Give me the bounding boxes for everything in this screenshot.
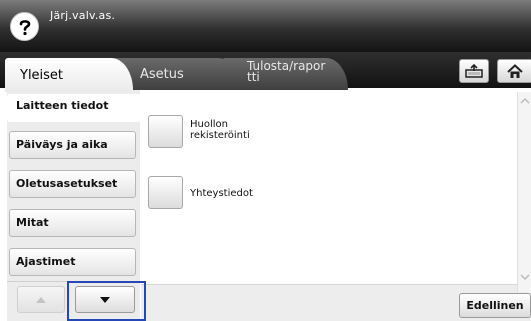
contact-info-label: Yhteystiedot	[190, 188, 253, 199]
tab-bar: Tulosta/rapor tti Asetus Yleiset	[0, 52, 531, 92]
tab-print-report[interactable]: Tulosta/rapor tti	[222, 58, 348, 90]
question-mark-icon	[19, 19, 30, 35]
service-registration-button[interactable]	[148, 115, 183, 148]
tab-label: Yleiset	[20, 68, 64, 83]
sidebar-item-defaults[interactable]: Oletusasetukset	[9, 170, 136, 198]
back-button[interactable]: Edellinen	[459, 293, 531, 318]
page-down-button[interactable]	[75, 286, 135, 313]
triangle-up-icon	[36, 296, 46, 303]
app-window: Järj.valv.as. Tulosta/rapor tti Asetus Y…	[0, 0, 531, 321]
sidebar-item-device-info[interactable]: Laitteen tiedot	[7, 94, 141, 122]
page-up-button[interactable]	[17, 286, 65, 313]
triangle-down-icon	[100, 296, 110, 303]
tab-label: Asetus	[140, 67, 184, 82]
home-icon	[507, 63, 523, 78]
sidebar-item-timers[interactable]: Ajastimet	[9, 248, 136, 276]
help-button[interactable]	[10, 12, 39, 41]
sidebar-item-measurements[interactable]: Mitat	[9, 209, 136, 237]
service-registration-label: Huollon rekisteröinti	[190, 119, 250, 141]
tab-general[interactable]: Yleiset	[5, 58, 133, 92]
title-bar: Järj.valv.as.	[0, 0, 531, 52]
home-button[interactable]	[497, 59, 531, 83]
tab-label: Tulosta/rapor tti	[247, 59, 326, 84]
scrollbar[interactable]	[517, 92, 531, 292]
sidebar-item-date-time[interactable]: Päiväys ja aika	[9, 131, 136, 159]
tray-export-icon	[465, 64, 483, 78]
screen-title: Järj.valv.as.	[50, 9, 116, 22]
export-button[interactable]	[459, 59, 489, 83]
scroll-down-icon	[520, 274, 530, 280]
scroll-up-icon	[520, 98, 530, 104]
contact-info-button[interactable]	[148, 176, 183, 209]
